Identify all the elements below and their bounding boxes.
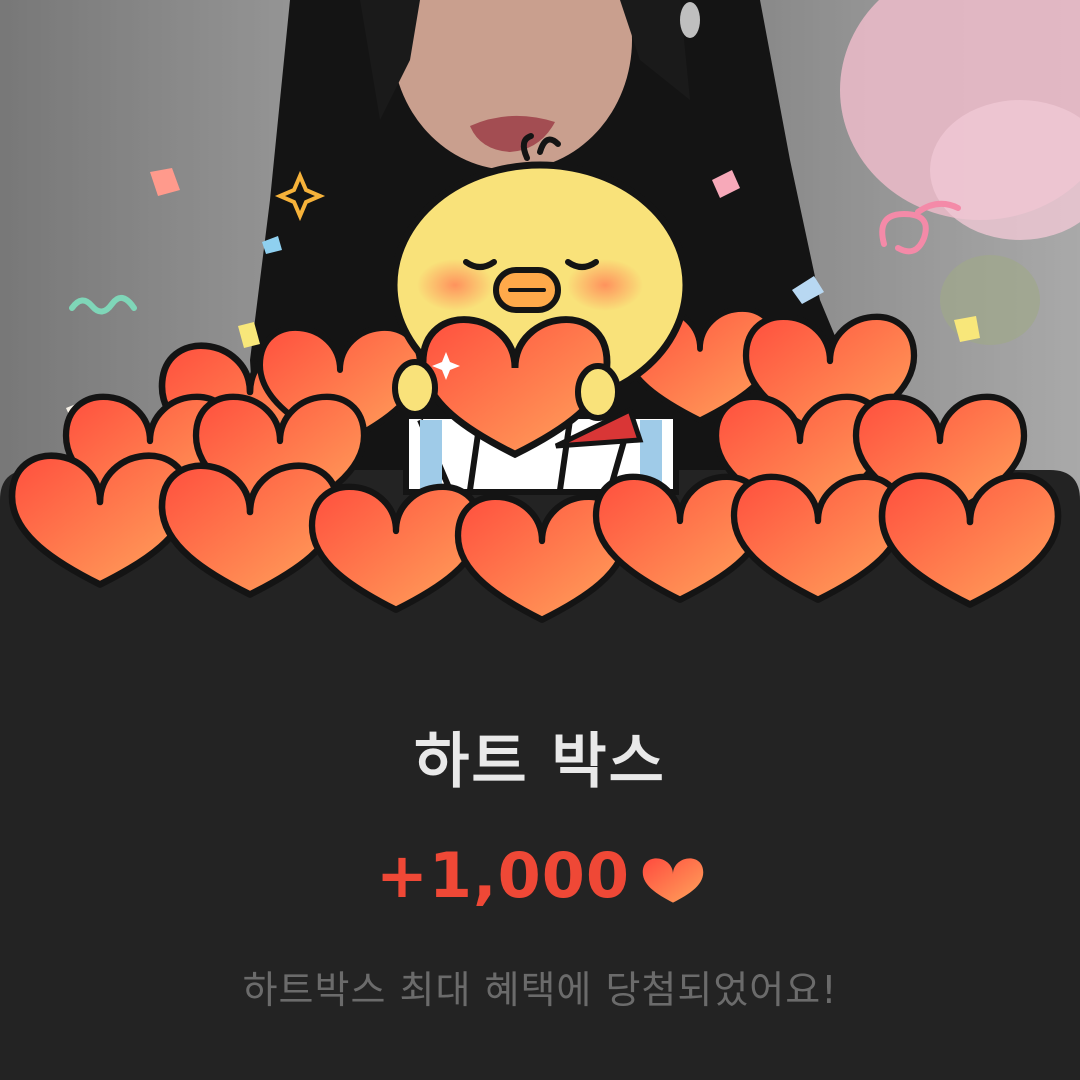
heart-icon — [642, 858, 704, 903]
reward-title: 하트 박스 — [414, 727, 666, 797]
reward-scene — [0, 0, 1080, 1080]
reward-amount: +1,000 — [375, 839, 631, 912]
reward-message: 하트박스 최대 혜택에 당첨되었어요! — [242, 968, 838, 1012]
reward-amount-row: +1,000 — [0, 838, 1080, 914]
